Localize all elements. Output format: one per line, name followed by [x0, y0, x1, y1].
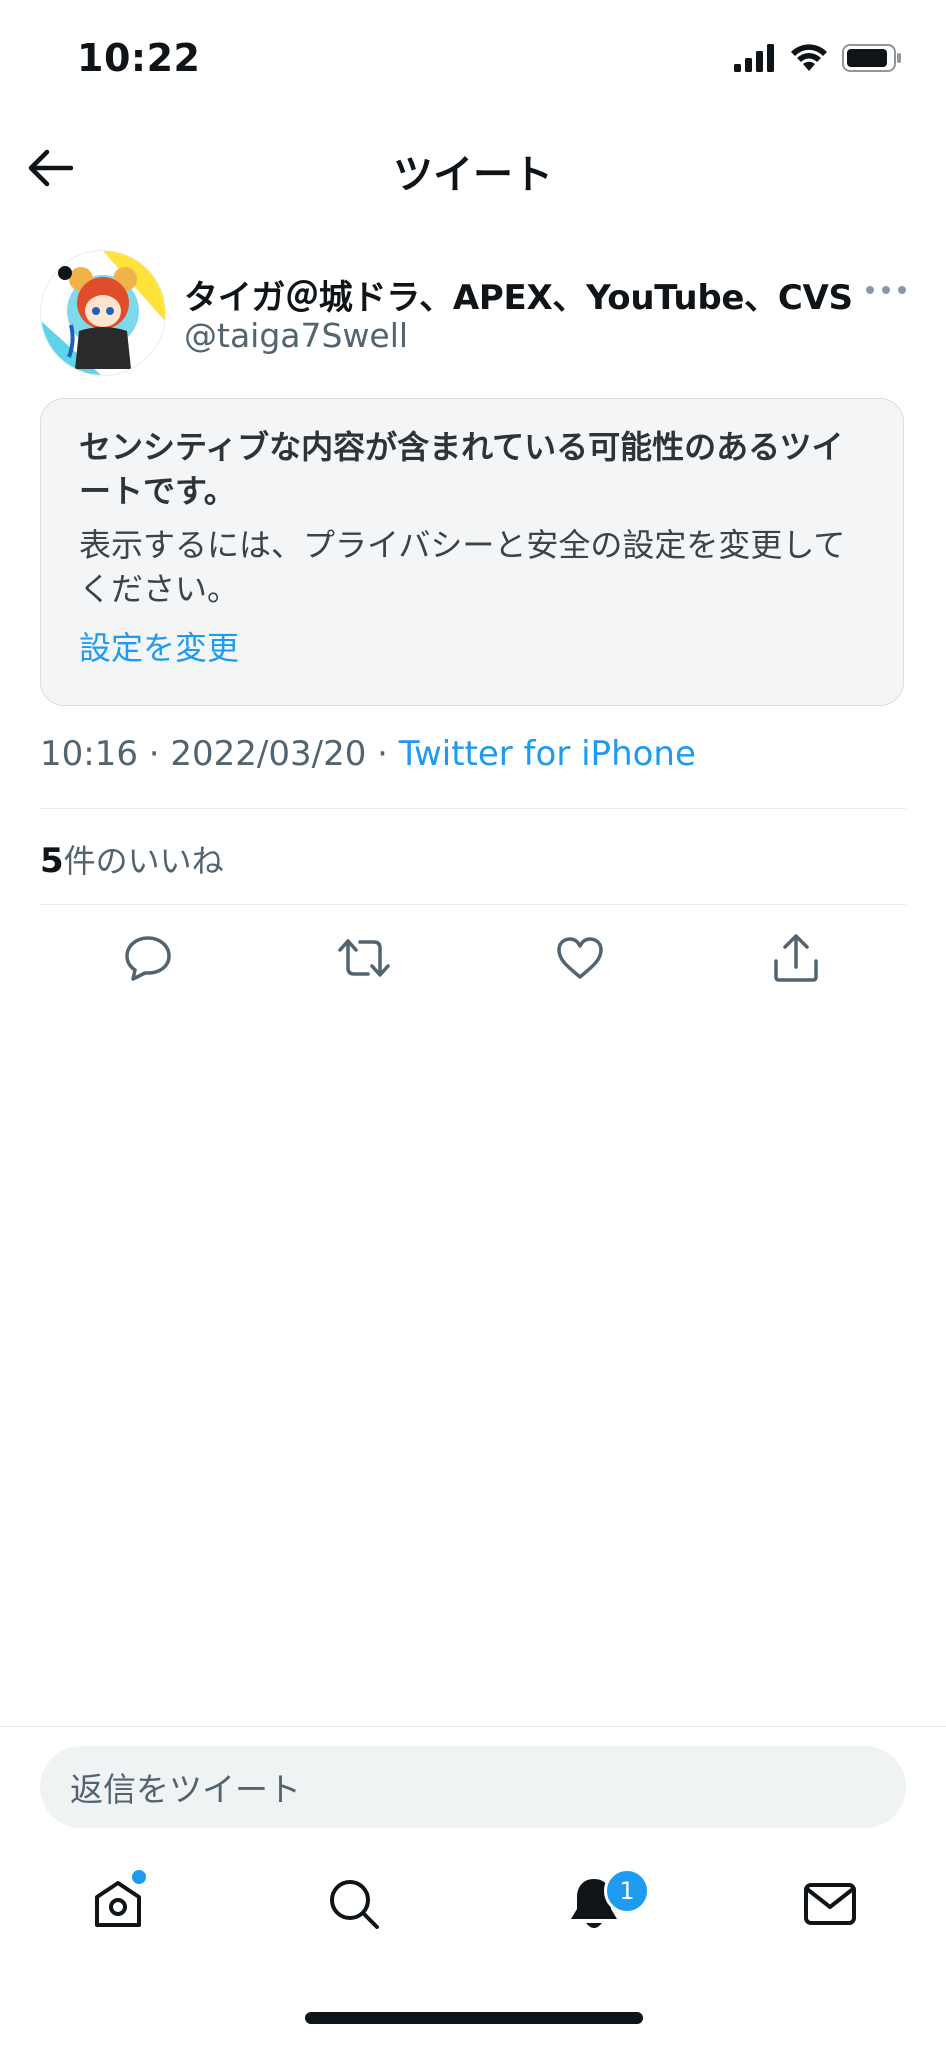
- dot: [866, 286, 874, 294]
- divider: [40, 808, 906, 809]
- change-settings-link[interactable]: 設定を変更: [79, 623, 239, 669]
- sensitive-notice-body: 表示するには、プライバシーと安全の設定を変更してください。: [79, 526, 846, 608]
- author-display-name[interactable]: タイガ＠城ドラ、APEX、YouTube、CVS: [184, 270, 853, 319]
- tweet-timestamp: 10:16 · 2022/03/20 ·: [40, 734, 399, 774]
- messages-icon: [804, 1883, 856, 1925]
- home-unread-dot: [132, 1870, 146, 1884]
- reply-icon: [125, 936, 171, 981]
- sensitive-content-notice: センシティブな内容が含まれている可能性のあるツイートです。 表示するには、プライ…: [40, 398, 904, 706]
- reply-button[interactable]: [120, 930, 176, 986]
- sensitive-notice-heading: センシティブな内容が含まれている可能性のあるツイートです。: [79, 428, 844, 510]
- nav-messages[interactable]: [798, 1872, 862, 1936]
- signal-icon: [734, 44, 774, 72]
- like-button[interactable]: [552, 930, 608, 986]
- home-icon: [95, 1881, 141, 1927]
- reply-input[interactable]: 返信をツイート: [40, 1746, 906, 1828]
- reply-bar-separator: [0, 1726, 946, 1727]
- author-handle[interactable]: @taiga7Swell: [184, 316, 408, 355]
- more-options-icon[interactable]: [866, 280, 906, 300]
- likes-number: 5: [40, 841, 64, 881]
- tweet-meta: 10:16 · 2022/03/20 · Twitter for iPhone: [40, 734, 696, 774]
- share-icon: [774, 934, 818, 982]
- avatar-image: [41, 251, 165, 375]
- nav-search[interactable]: [322, 1872, 386, 1936]
- search-icon: [330, 1880, 379, 1929]
- retweet-button[interactable]: [336, 930, 392, 986]
- tweet-source-link[interactable]: Twitter for iPhone: [399, 734, 696, 774]
- page-title: ツイート: [393, 152, 553, 198]
- share-button[interactable]: [768, 930, 824, 986]
- like-icon: [557, 937, 603, 979]
- status-time: 10:22: [77, 36, 201, 80]
- likes-count[interactable]: 5件のいいね: [40, 836, 224, 882]
- likes-label: 件のいいね: [63, 842, 224, 880]
- divider: [40, 904, 906, 905]
- home-indicator[interactable]: [305, 2012, 643, 2024]
- status-icons: [734, 44, 902, 72]
- dot: [882, 286, 890, 294]
- avatar[interactable]: [40, 250, 166, 376]
- battery-icon: [842, 44, 901, 72]
- dot: [898, 286, 906, 294]
- notification-badge: 1: [604, 1868, 650, 1914]
- retweet-icon: [338, 939, 390, 977]
- wifi-icon: [791, 44, 827, 71]
